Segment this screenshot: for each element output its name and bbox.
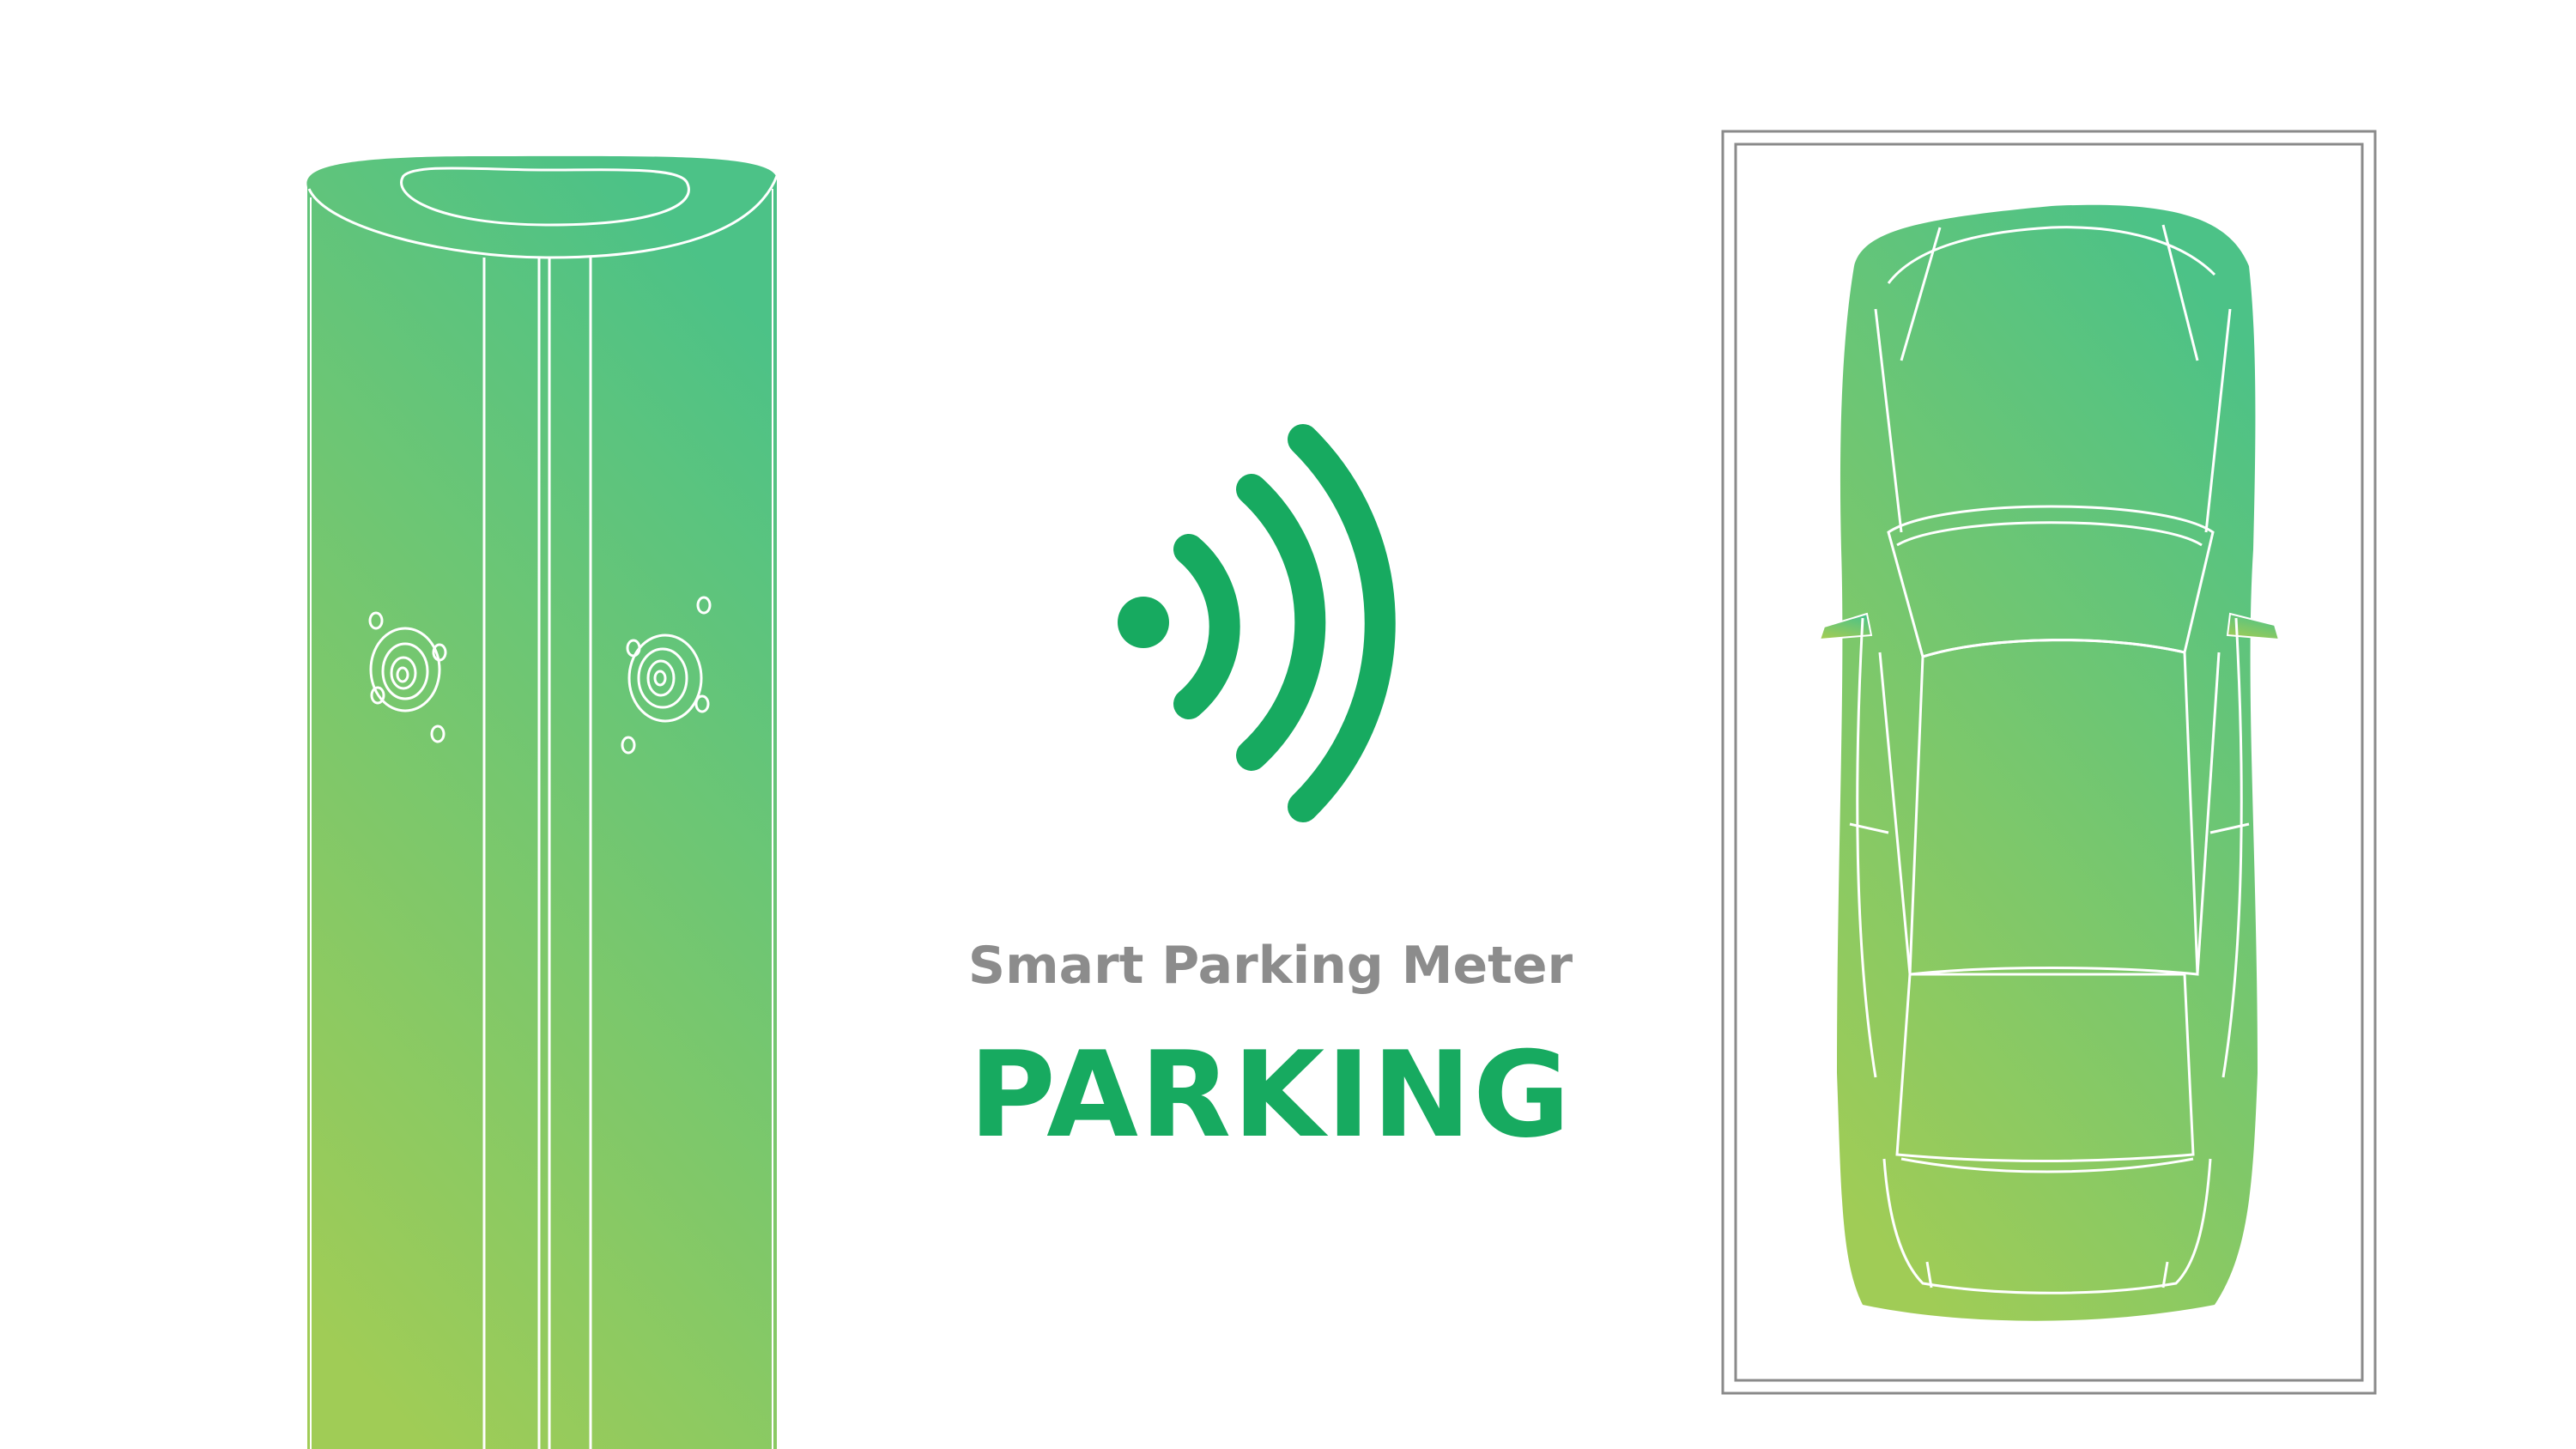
car-body bbox=[1837, 204, 2258, 1321]
parking-title: PARKING bbox=[968, 1026, 1573, 1164]
car-mirror-right bbox=[2226, 612, 2281, 641]
scene bbox=[306, 130, 2377, 1449]
meter-body bbox=[306, 155, 777, 1449]
wireless-signal-icon bbox=[1118, 424, 1396, 822]
signal-dot bbox=[1118, 597, 1169, 648]
signal-arc-1 bbox=[1173, 534, 1240, 719]
signal-arc-2 bbox=[1236, 474, 1326, 771]
car-top-view bbox=[1818, 204, 2281, 1321]
parking-meter bbox=[306, 155, 779, 1449]
product-subtitle: Smart Parking Meter bbox=[967, 936, 1573, 996]
